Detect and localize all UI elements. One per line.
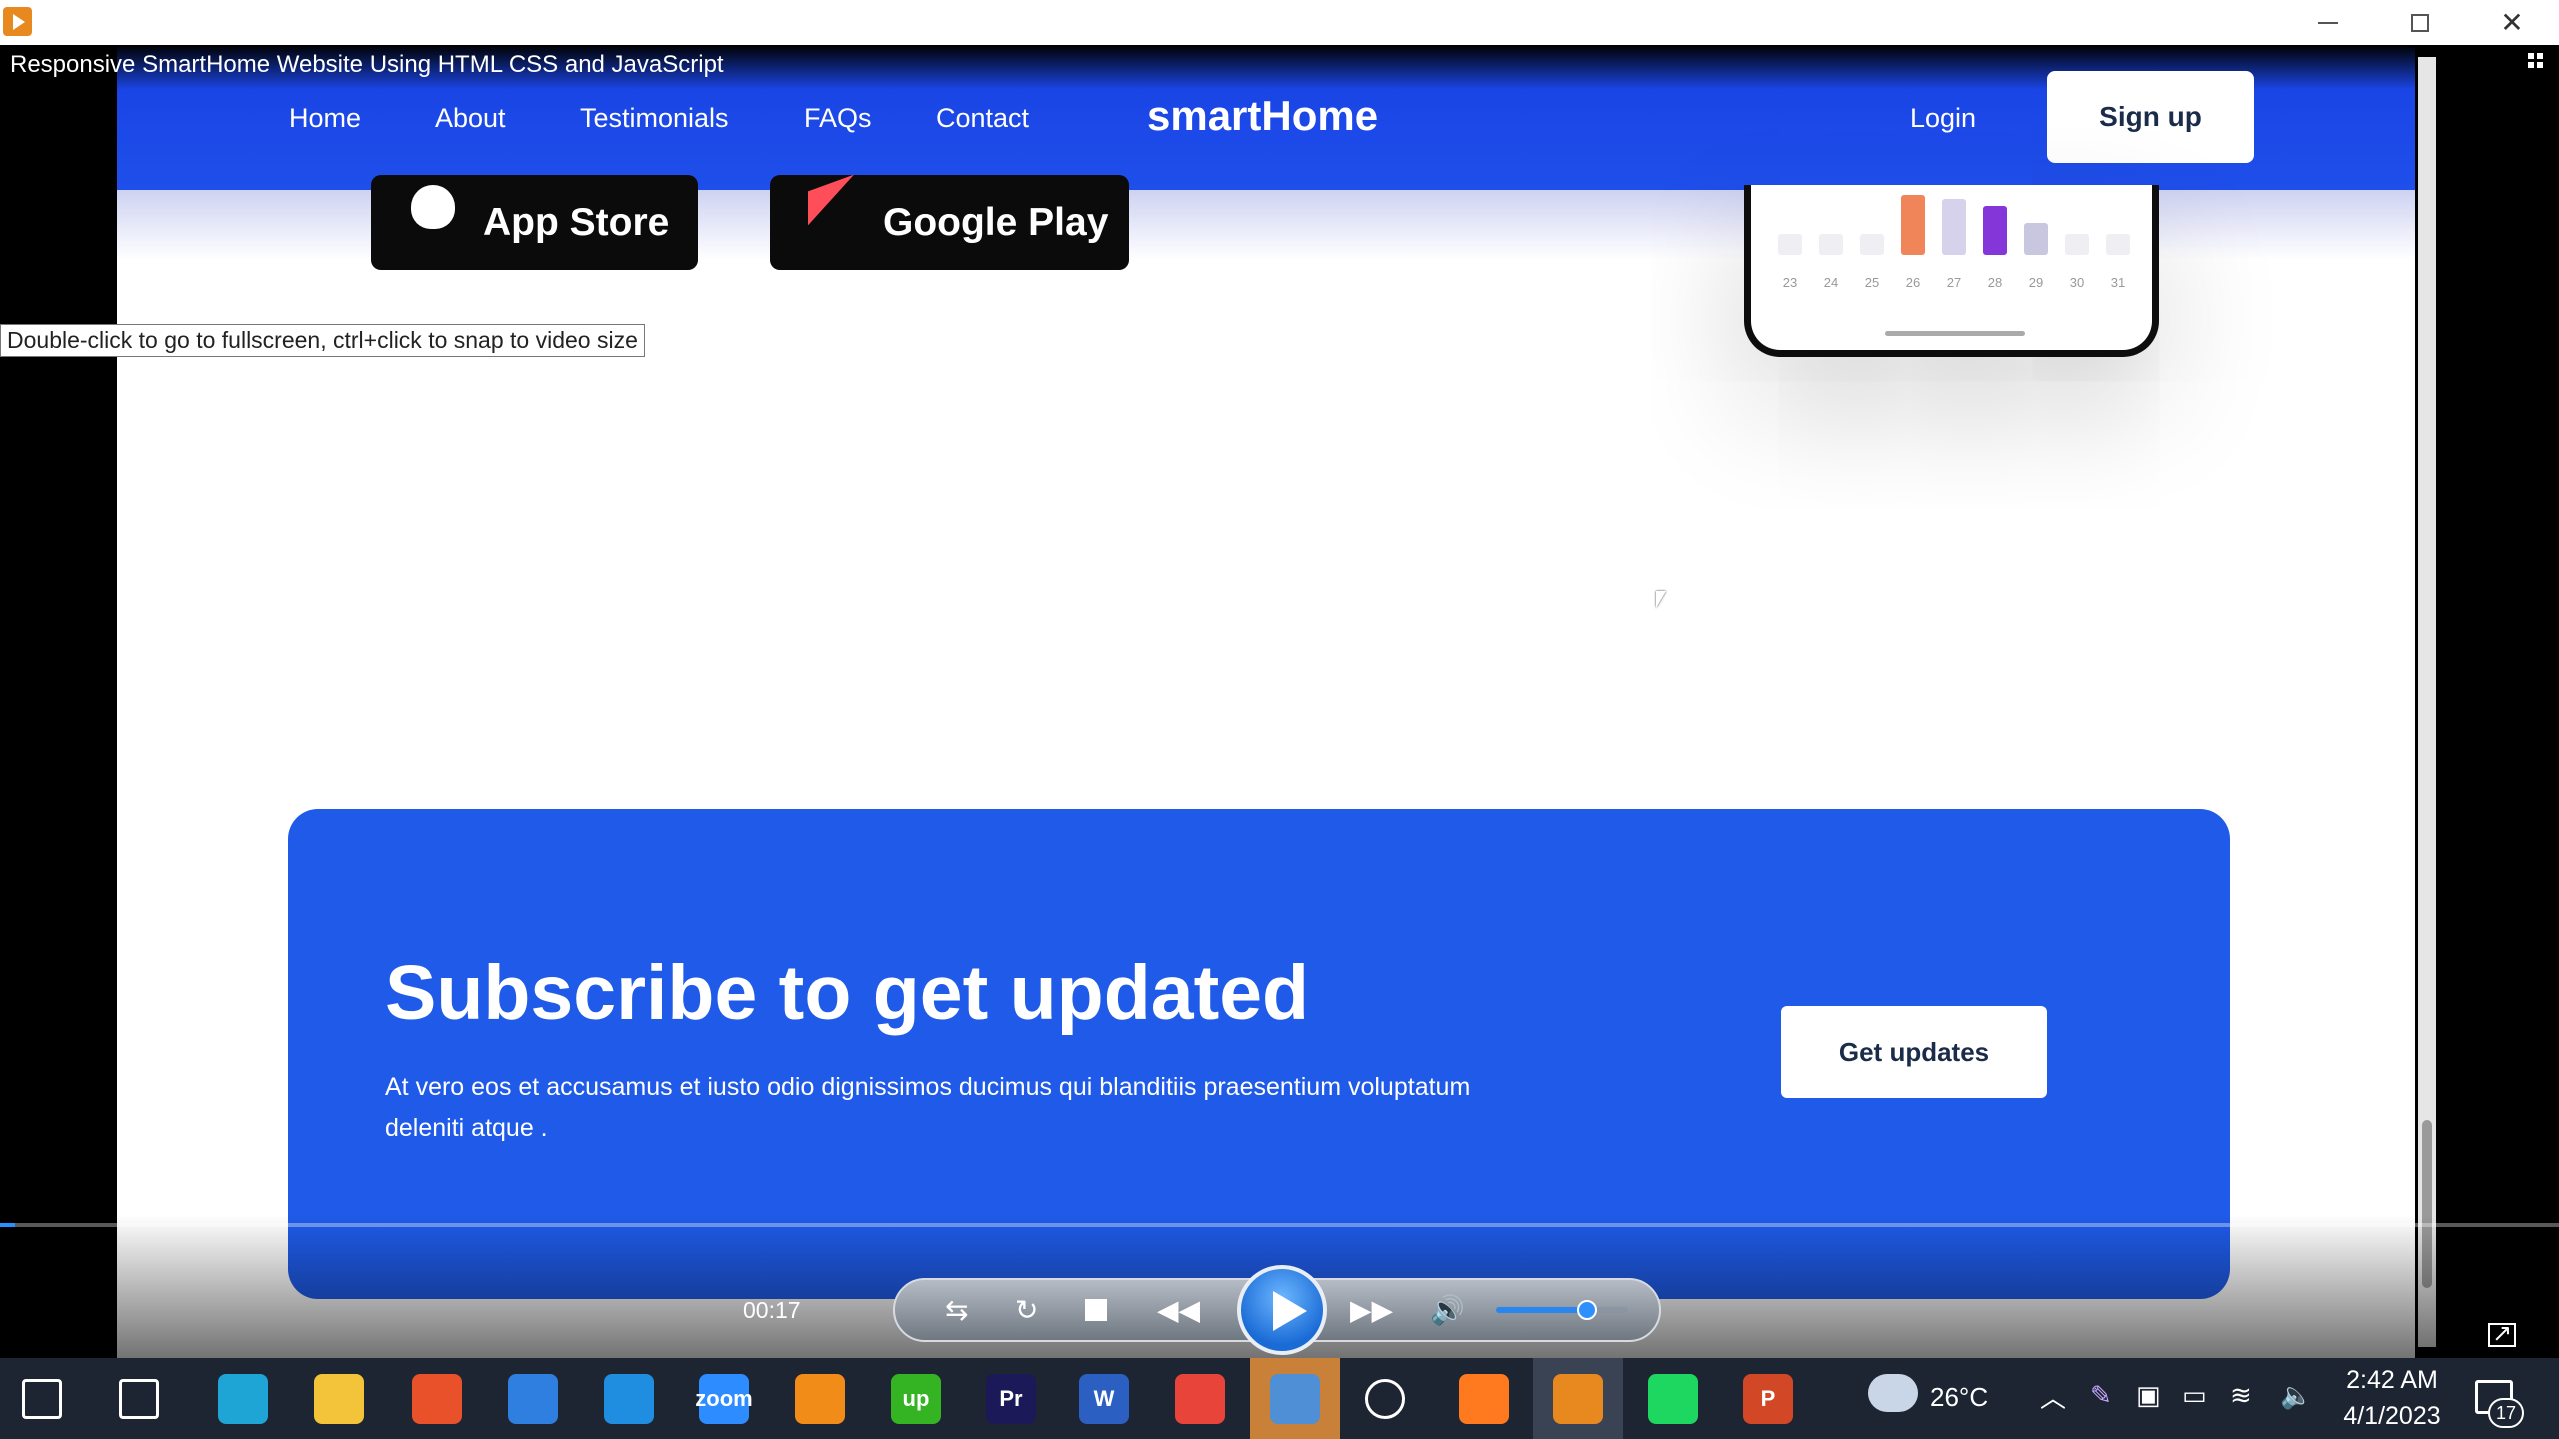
phone-chart-bar [1942,199,1966,255]
maximize-button[interactable] [2374,0,2466,45]
upwork-icon[interactable]: up [891,1374,941,1424]
pin-icon[interactable] [2528,53,2544,69]
weather-temperature[interactable]: 26°C [1930,1382,1988,1413]
phone-chart-bar [1983,206,2007,255]
phone-chart-bar [1860,234,1884,255]
meet-now-icon[interactable]: ▣ [2136,1380,2161,1411]
subscribe-description: At vero eos et accusamus et iusto odio d… [385,1073,1471,1142]
site-logo[interactable]: smartHome [1147,92,1378,140]
zoom-icon[interactable]: zoom [695,1374,753,1424]
battery-icon[interactable]: ▭ [2182,1380,2207,1411]
nav-link-about[interactable]: About [435,103,506,134]
phone-chart-bar [1901,195,1925,255]
show-hidden-icons-icon[interactable]: ︿ [2040,1378,2066,1415]
nav-link-home[interactable]: Home [289,103,361,134]
phone-chart-day-label: 28 [1987,275,2003,290]
premiere-pro-icon[interactable]: Pr [986,1374,1036,1424]
clock-time: 2:42 AM [2346,1366,2438,1394]
phone-chart-day-label: 31 [2110,275,2126,290]
google-play-label: Google Play [883,200,1109,244]
app-store-label: App Store [483,200,670,244]
nav-link-testimonials[interactable]: Testimonials [580,103,729,134]
file-explorer-icon[interactable] [314,1374,364,1424]
subscribe-title: Subscribe to get updated [385,950,1310,1036]
signup-button[interactable]: Sign up [2047,71,2254,163]
vscode-icon[interactable] [604,1374,654,1424]
fast-forward-icon[interactable]: ▶▶ [1350,1294,1393,1327]
phone-mockup: 23 24 25 26 27 28 29 30 31 [1744,185,2159,357]
stop-icon[interactable] [1085,1299,1107,1321]
phone-chart-day-label: 29 [2028,275,2044,290]
mouse-cursor-icon [1656,591,1666,608]
volume-icon[interactable]: 🔊 [1430,1294,1465,1327]
phone-chart-day-label: 26 [1905,275,1921,290]
speaker-icon[interactable]: 🔈 [2280,1380,2312,1411]
minimize-icon [2318,21,2338,24]
rewind-icon[interactable]: ◀◀ [1157,1294,1200,1327]
phone-chart-bar [2024,223,2048,255]
taskbar: 26°C ︿ ✎ ▣ ▭ ≋ 🔈 2:42 AM 4/1/2023 17 zoo… [0,1358,2559,1439]
phone-chart-day-label: 27 [1946,275,1962,290]
nav-link-contact[interactable]: Contact [936,103,1029,134]
media-player-icon [3,7,32,36]
website-frame: Home About Testimonials FAQs Contact sma… [117,45,2415,1358]
ab-repeat-icon[interactable]: ⇆ [945,1294,968,1327]
fullscreen-tooltip: Double-click to go to fullscreen, ctrl+c… [0,324,645,357]
nav-link-faqs[interactable]: FAQs [804,103,872,134]
phone-chart-day-label: 24 [1823,275,1839,290]
wifi-icon[interactable]: ≋ [2230,1380,2252,1411]
settings-icon[interactable] [1365,1379,1405,1419]
apple-icon [411,185,455,229]
task-view-icon[interactable] [119,1379,159,1419]
phone-chart-bar [2065,234,2089,255]
phone-chart-day-label: 23 [1782,275,1798,290]
volume-slider[interactable] [1496,1300,1628,1320]
sublime-text-icon[interactable] [795,1374,845,1424]
google-play-button[interactable]: Google Play [770,174,1129,270]
elapsed-time: 00:17 [743,1297,801,1323]
microsoft-store-icon[interactable] [412,1374,462,1424]
close-icon: ✕ [2500,7,2524,38]
seek-bar[interactable] [0,1223,2559,1227]
window-titlebar[interactable]: ✕ [0,0,2559,45]
loop-icon[interactable]: ↻ [1015,1294,1038,1327]
volume-knob[interactable] [1577,1300,1598,1320]
phone-chart-bar [1819,234,1843,255]
word-icon[interactable]: W [1079,1374,1129,1424]
volume-level [1496,1307,1588,1313]
start-icon[interactable] [22,1379,62,1419]
video-title: Responsive SmartHome Website Using HTML … [10,51,724,78]
play-button[interactable] [1237,1265,1327,1355]
video-area[interactable]: Responsive SmartHome Website Using HTML … [0,45,2559,1358]
notification-count: 17 [2488,1398,2524,1428]
phone-chart-bar [2106,234,2130,255]
seek-progress [0,1223,16,1227]
minimize-button[interactable] [2282,0,2374,45]
phone-chart-bar [1778,234,1802,255]
clock-date: 4/1/2023 [2343,1402,2441,1430]
powerpoint-icon[interactable]: P [1743,1374,1793,1424]
login-link[interactable]: Login [1910,103,1976,134]
get-updates-button[interactable]: Get updates [1781,1006,2047,1098]
system-clock[interactable]: 2:42 AM 4/1/2023 [2338,1362,2446,1434]
photos-icon[interactable] [1270,1374,1320,1424]
phone-chart-day-label: 30 [2069,275,2085,290]
mail-icon[interactable] [508,1374,558,1424]
spotify-icon[interactable] [1648,1374,1698,1424]
chrome-icon[interactable] [1175,1374,1225,1424]
phone-chart-day-label: 25 [1864,275,1880,290]
google-play-icon [808,174,854,226]
media-player-icon[interactable] [1553,1374,1603,1424]
close-button[interactable]: ✕ [2466,0,2558,45]
screen: ✕ Responsive SmartHome Website Using HTM… [0,0,2559,1439]
fullscreen-icon[interactable] [2488,1319,2516,1348]
weather-icon[interactable] [1868,1374,1918,1412]
edge-icon[interactable] [218,1374,268,1424]
firefox-icon[interactable] [1459,1374,1509,1424]
pen-icon[interactable]: ✎ [2090,1380,2112,1411]
app-store-button[interactable]: App Store [371,175,698,270]
maximize-icon [2411,13,2429,32]
home-indicator [1885,331,2025,336]
